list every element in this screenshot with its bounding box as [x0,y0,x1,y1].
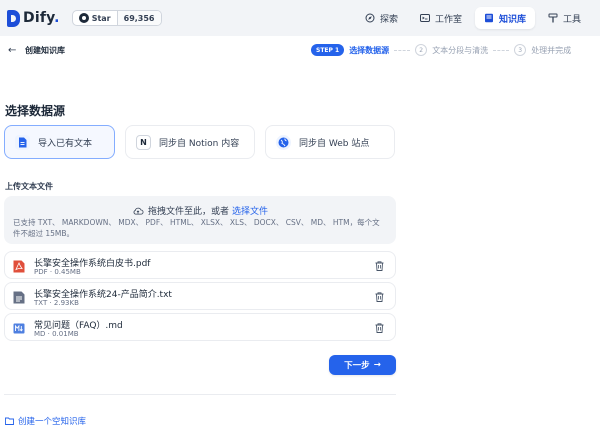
step-connector [394,49,411,51]
txt-file-icon [13,291,25,304]
page-title: 创建知识库 [25,46,65,55]
file-item: 长擎安全操作系统24-产品简介.txt TXT · 2.93KB [4,282,396,310]
stepper: STEP 1 选择数据源 2 文本分段与清洗 3 处理并完成 [311,43,571,57]
dify-logo[interactable]: Dify. [7,9,60,27]
top-navigation-bar: Dify. Star 69,356 探索 工作室 知识库 工具 [0,0,600,36]
nav-studio[interactable]: 工作室 [411,7,471,29]
file-item: 常见问题（FAQ）.md MD · 0.01MB [4,313,396,341]
source-import-text[interactable]: 导入已有文本 [4,125,115,159]
upload-cloud-icon [133,207,144,215]
step-2-badge: 2 [415,44,428,56]
back-arrow-icon[interactable]: ← [8,45,16,56]
dropzone-prompt: 拖拽文件至此，或者 选择文件 [4,204,396,217]
github-star-count: 69,356 [116,11,161,25]
source-notion[interactable]: N 同步自 Notion 内容 [125,125,255,159]
create-empty-knowledge-link[interactable]: 创建一个空知识库 [5,415,86,427]
nav-knowledge[interactable]: 知识库 [474,7,535,29]
file-dropzone[interactable]: 拖拽文件至此，或者 选择文件 已支持 TXT、 MARKDOWN、 MDX、 P… [4,196,396,244]
step-1-badge: STEP 1 [311,44,345,56]
page-subheader: ← 创建知识库 STEP 1 选择数据源 2 文本分段与清洗 3 处理并完成 [0,36,600,64]
hammer-icon [548,13,558,23]
upload-section-title: 上传文本文件 [5,182,53,191]
source-web[interactable]: 同步自 Web 站点 [265,125,395,159]
nav-explore[interactable]: 探索 [356,7,407,29]
source-web-label: 同步自 Web 站点 [299,138,370,149]
section-title: 选择数据源 [5,104,66,118]
dify-logo-text: Dify. [23,10,60,26]
data-source-options: 导入已有文本 N 同步自 Notion 内容 同步自 Web 站点 [4,125,395,159]
nav-knowledge-label: 知识库 [498,14,526,25]
step-3-badge: 3 [514,44,527,56]
globe-icon [276,134,291,150]
next-step-button[interactable]: 下一步 → [329,355,396,375]
source-import-text-label: 导入已有文本 [38,138,93,149]
source-notion-label: 同步自 Notion 内容 [159,138,240,149]
notion-icon: N [136,134,151,150]
nav-studio-label: 工作室 [434,14,462,25]
nav-explore-label: 探索 [379,14,398,25]
github-star-button[interactable]: Star 69,356 [71,10,162,26]
create-empty-knowledge-label: 创建一个空知识库 [18,417,87,427]
step-3-label: 处理并完成 [531,45,572,55]
arrow-right-icon: → [373,360,381,370]
folder-icon [5,417,14,425]
compass-icon [365,13,375,23]
file-meta: MD · 0.01MB [34,330,79,338]
github-star-label: Star [91,13,111,23]
github-icon [78,13,89,23]
divider [4,394,396,395]
step-1-label: 选择数据源 [349,45,390,55]
choose-file-link[interactable]: 选择文件 [232,207,268,217]
dify-logo-mark [7,9,20,27]
nav-tools-label: 工具 [562,14,581,25]
step-2-label: 文本分段与清洗 [432,45,489,55]
file-meta: PDF · 0.45MB [34,268,81,276]
trash-icon[interactable] [375,323,384,333]
trash-icon[interactable] [375,261,384,271]
trash-icon[interactable] [375,292,384,302]
main-nav: 探索 工作室 知识库 工具 [356,7,590,29]
step-connector [493,49,510,51]
nav-tools[interactable]: 工具 [539,7,590,29]
next-step-label: 下一步 [344,361,370,371]
book-icon [484,13,493,23]
file-item: 长擎安全操作系统白皮书.pdf PDF · 0.45MB [4,251,396,279]
file-meta: TXT · 2.93KB [34,299,79,307]
pdf-file-icon [13,260,25,273]
md-file-icon [13,323,25,334]
document-icon [15,134,30,150]
terminal-icon [419,14,430,22]
supported-formats-text: 已支持 TXT、 MARKDOWN、 MDX、 PDF、 HTML、 XLSX、… [13,218,380,238]
